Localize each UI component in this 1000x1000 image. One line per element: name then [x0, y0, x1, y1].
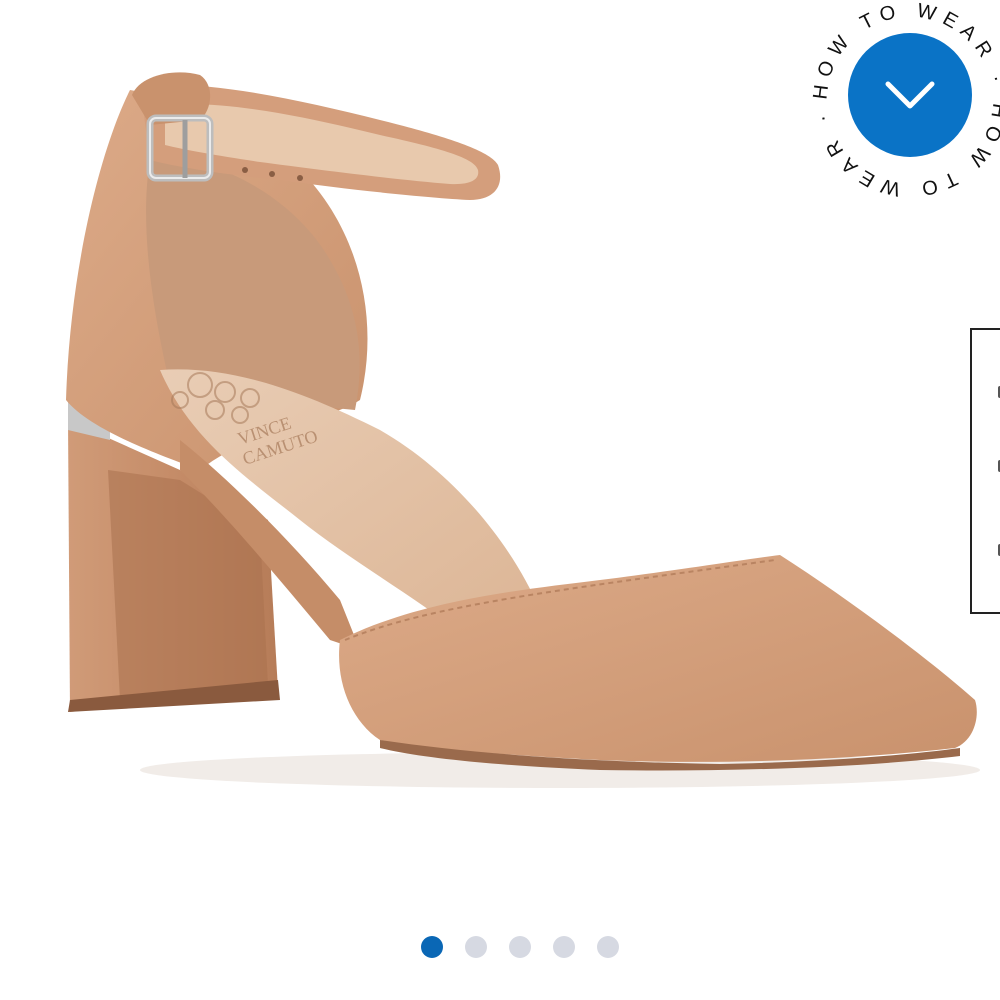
how-to-wear-button[interactable]: HOW TO WEAR · HOW TO WEAR ·	[800, 0, 1000, 200]
carousel-dot-2[interactable]	[465, 936, 487, 958]
carousel-dot-4[interactable]	[553, 936, 575, 958]
carousel-pagination	[0, 936, 1000, 964]
carousel-dot-3[interactable]	[509, 936, 531, 958]
carousel-dot-1[interactable]	[421, 936, 443, 958]
carousel-dot-5[interactable]	[597, 936, 619, 958]
product-image-viewer: VINCE CAMUTO HOW TO WEAR · HOW TO WEAR ·	[0, 0, 1000, 1000]
side-panel-edge[interactable]	[970, 328, 1000, 614]
how-to-wear-circle	[848, 33, 972, 157]
